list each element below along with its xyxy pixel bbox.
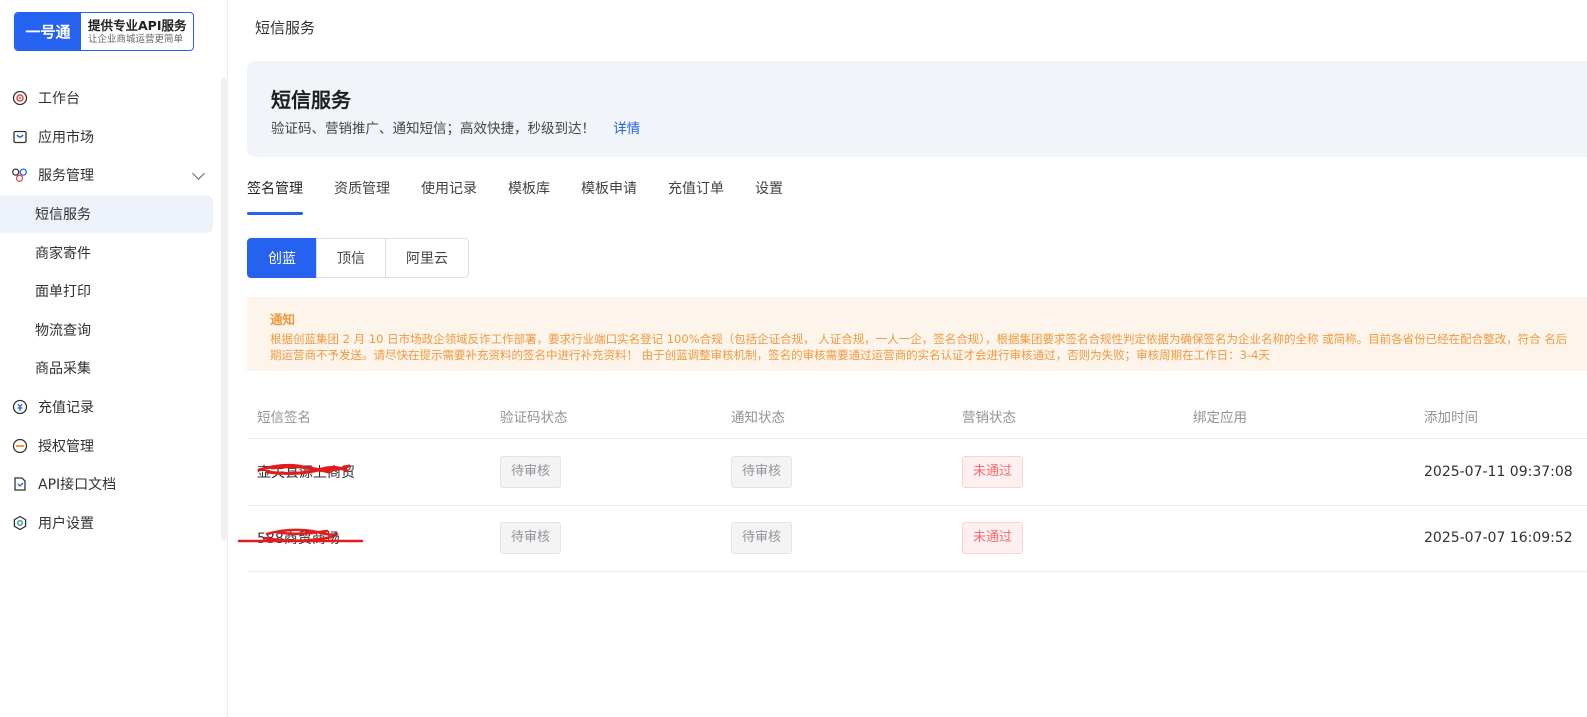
recharge-icon (11, 399, 28, 416)
redaction-scribble (237, 528, 364, 543)
chevron-down-icon[interactable] (192, 167, 205, 181)
notice-status-cell: 待审核 (721, 522, 952, 555)
tab-usage-records[interactable]: 使用记录 (421, 176, 477, 215)
marketing-status-cell: 未通过 (952, 522, 1183, 555)
sidebar-item-workbench[interactable]: 工作台 (0, 79, 213, 118)
settings-icon (11, 514, 28, 531)
notice-title: 通知 (270, 312, 296, 327)
provider-aliyun-button[interactable]: 阿里云 (385, 238, 469, 278)
table-header: 短信签名 验证码状态 通知状态 营销状态 绑定应用 添加时间 (247, 394, 1587, 439)
sidebar-item-label: 工作台 (38, 91, 80, 108)
sidebar: 一号通 提供专业API服务 让企业商城运营更简单 工作台 应用市场 服务管理 短… (0, 0, 228, 717)
logo-title: 提供专业API服务 (88, 17, 187, 33)
tab-template-application[interactable]: 模板申请 (581, 176, 637, 215)
status-badge: 未通过 (962, 455, 1024, 488)
tab-template-library[interactable]: 模板库 (508, 176, 550, 215)
notice-alert: 通知 根据创蓝集团 2 月 10 日市场政企领域反诈工作部署，要求行业端口实名登… (247, 297, 1587, 371)
header-notice-status: 通知状态 (731, 410, 785, 426)
logo[interactable]: 一号通 提供专业API服务 让企业商城运营更简单 (14, 12, 194, 51)
table-row: 壶关县源上商贸 待审核 待审核 未通过 2025-07-11 09:37:08 (247, 439, 1587, 506)
header-added-time: 添加时间 (1424, 410, 1478, 426)
redaction-scribble (257, 463, 351, 475)
banner-desc-text: 验证码、营销推广、通知短信；高效快捷，秒级到达！ (271, 121, 595, 137)
redacted-signature: 壶关县源上商贸 (257, 462, 355, 482)
tab-qualification-management[interactable]: 资质管理 (334, 176, 390, 215)
sidebar-item-label: API接口文档 (38, 477, 117, 494)
sidebar-item-waybill-print[interactable]: 面单打印 (0, 272, 213, 311)
sidebar-item-label: 应用市场 (38, 129, 94, 146)
notice-body: 根据创蓝集团 2 月 10 日市场政企领域反诈工作部署，要求行业端口实名登记 1… (270, 332, 1568, 362)
marketing-status-cell: 未通过 (952, 455, 1183, 488)
auth-icon (11, 437, 28, 454)
tab-settings[interactable]: 设置 (755, 176, 783, 215)
signature-cell: 588商贸商场 (237, 528, 490, 548)
status-badge: 未通过 (962, 522, 1024, 555)
sidebar-item-product-collect[interactable]: 商品采集 (0, 349, 213, 388)
code-status-cell: 待审核 (490, 455, 721, 488)
banner-description: 验证码、营销推广、通知短信；高效快捷，秒级到达！ 详情 (271, 117, 640, 137)
sidebar-item-recharge-records[interactable]: 充值记录 (0, 388, 213, 427)
table-row: 588商贸商场 待审核 待审核 未通过 2025-07-07 16:09:52 (237, 506, 1587, 572)
header-code-status: 验证码状态 (500, 410, 568, 426)
sidebar-item-merchant-shipping[interactable]: 商家寄件 (0, 233, 213, 272)
status-badge: 待审核 (500, 455, 562, 488)
header-bound-app: 绑定应用 (1193, 410, 1247, 426)
status-badge: 待审核 (500, 522, 562, 555)
signature-table: 短信签名 验证码状态 通知状态 营销状态 绑定应用 添加时间 壶关县源上商贸 待… (237, 394, 1587, 572)
sidebar-item-label: 充值记录 (38, 400, 94, 417)
provider-selector: 创蓝 顶信 阿里云 (247, 238, 469, 278)
header-marketing-status: 营销状态 (962, 410, 1016, 426)
tab-recharge-orders[interactable]: 充值订单 (668, 176, 724, 215)
notice-status-cell: 待审核 (721, 455, 952, 488)
sidebar-item-label: 服务管理 (38, 168, 94, 185)
sidebar-item-label: 商家寄件 (35, 245, 91, 262)
sidebar-item-app-market[interactable]: 应用市场 (0, 118, 213, 157)
sidebar-item-auth-management[interactable]: 授权管理 (0, 426, 213, 465)
redacted-signature: 588商贸商场 (237, 528, 364, 548)
doc-icon (11, 476, 28, 493)
sidebar-menu: 工作台 应用市场 服务管理 短信服务 商家寄件 面单打印 物流查询 商品采集 充… (0, 79, 213, 542)
sidebar-item-sms-service[interactable]: 短信服务 (0, 194, 213, 234)
provider-dingxin-button[interactable]: 顶信 (316, 238, 386, 278)
status-badge: 待审核 (731, 522, 793, 555)
sidebar-item-label: 物流查询 (35, 322, 91, 339)
logo-subtitle: 让企业商城运营更简单 (88, 33, 184, 45)
sidebar-item-label: 用户设置 (38, 515, 94, 532)
status-badge: 待审核 (731, 455, 793, 488)
sidebar-item-label: 商品采集 (35, 361, 91, 378)
sidebar-item-label: 短信服务 (35, 207, 91, 224)
sidebar-item-service-management[interactable]: 服务管理 (0, 156, 213, 195)
tab-signature-management[interactable]: 签名管理 (247, 176, 303, 215)
apps-icon (11, 167, 28, 184)
header-signature: 短信签名 (257, 410, 311, 426)
added-time-cell: 2025-07-11 09:37:08 (1424, 463, 1573, 480)
sidebar-item-label: 授权管理 (38, 438, 94, 455)
sidebar-item-user-settings[interactable]: 用户设置 (0, 504, 213, 543)
breadcrumb: 短信服务 (255, 19, 316, 37)
sidebar-item-api-docs[interactable]: API接口文档 (0, 465, 213, 504)
sidebar-item-label: 面单打印 (35, 284, 91, 301)
store-icon (11, 128, 28, 145)
page-title: 短信服务 (271, 88, 351, 112)
details-link[interactable]: 详情 (613, 121, 640, 137)
tab-bar: 签名管理 资质管理 使用记录 模板库 模板申请 充值订单 设置 (247, 176, 814, 216)
signature-cell: 壶关县源上商贸 (247, 462, 490, 482)
code-status-cell: 待审核 (490, 522, 721, 555)
provider-chuanglan-button[interactable]: 创蓝 (247, 238, 317, 278)
target-icon (11, 90, 28, 107)
logo-brand: 一号通 (15, 13, 81, 50)
sidebar-item-logistics-query[interactable]: 物流查询 (0, 311, 213, 350)
service-banner: 短信服务 验证码、营销推广、通知短信；高效快捷，秒级到达！ 详情 (247, 61, 1587, 157)
added-time-cell: 2025-07-07 16:09:52 (1424, 530, 1573, 547)
sidebar-scrollbar[interactable] (221, 78, 227, 540)
